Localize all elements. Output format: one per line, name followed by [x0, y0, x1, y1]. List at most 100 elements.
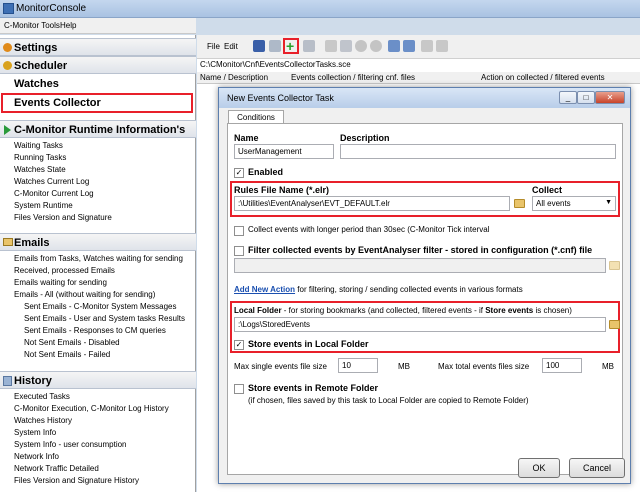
minimize-button[interactable]: _	[559, 91, 577, 104]
undo-icon[interactable]	[388, 40, 400, 52]
settings-label: Settings	[14, 42, 58, 54]
max-single-input[interactable]: 10	[338, 358, 378, 373]
store-remote-description: (if chosen, files saved by this task to …	[248, 396, 529, 405]
max-total-input[interactable]: 100	[542, 358, 582, 373]
description-input[interactable]	[340, 144, 616, 159]
runtime-label: C-Monitor Runtime Information's	[14, 124, 186, 136]
menu-help[interactable]: Help	[60, 21, 76, 30]
nav-events-collector[interactable]: Events Collector	[14, 97, 101, 109]
max-total-unit: MB	[602, 362, 614, 371]
nav-executed-tasks[interactable]: Executed Tasks	[14, 392, 70, 401]
enabled-label: Enabled	[248, 167, 284, 177]
store-local-checkbox[interactable]: ✓	[234, 340, 244, 350]
rules-file-label: Rules File Name (*.elr)	[234, 185, 330, 195]
add-icon[interactable]: +	[286, 38, 294, 54]
collect-select-value: All events	[536, 199, 571, 208]
nav-system-info-user[interactable]: System Info - user consumption	[14, 440, 127, 449]
nav-system-runtime[interactable]: System Runtime	[14, 201, 73, 210]
copy-icon[interactable]	[303, 40, 315, 52]
menu-cmonitor-tools[interactable]: C-Monitor Tools	[4, 21, 60, 30]
conditions-panel: Name UserManagement Description ✓ Enable…	[227, 123, 623, 475]
ok-button[interactable]: OK	[518, 458, 560, 478]
add-action-row: Add New Action for filtering, storing / …	[234, 285, 523, 294]
history-icon	[3, 376, 12, 386]
nav-cmonitor-current-log[interactable]: C-Monitor Current Log	[14, 189, 94, 198]
new-events-collector-dialog: New Events Collector Task _ □ ✕ Conditio…	[218, 87, 631, 484]
cancel-button[interactable]: Cancel	[569, 458, 625, 478]
play-icon	[4, 125, 11, 135]
section-runtime[interactable]: C-Monitor Runtime Information's	[0, 120, 196, 138]
nav-watches[interactable]: Watches	[14, 78, 59, 90]
nav-running-tasks[interactable]: Running Tasks	[14, 153, 66, 162]
col-events-collection[interactable]: Events collection / filtering cnf. files	[291, 73, 415, 82]
delete-icon[interactable]	[325, 40, 337, 52]
local-folder-caption: Local Folder - for storing bookmarks (an…	[234, 306, 572, 315]
section-history[interactable]: History	[0, 371, 196, 389]
app-menu-bar: C-Monitor Tools Help	[0, 18, 196, 34]
filter-folder-icon[interactable]	[609, 261, 620, 270]
local-folder-icon[interactable]	[609, 320, 620, 329]
filter-file-input[interactable]	[234, 258, 606, 273]
redo-icon[interactable]	[403, 40, 415, 52]
section-emails[interactable]: Emails	[0, 233, 196, 251]
nav-sent-results[interactable]: Sent Emails - User and System tasks Resu…	[24, 314, 185, 323]
pause-icon[interactable]	[370, 40, 382, 52]
section-settings[interactable]: Settings	[0, 38, 196, 56]
nav-waiting-tasks[interactable]: Waiting Tasks	[14, 141, 63, 150]
save-icon[interactable]	[253, 40, 265, 52]
nav-not-sent-disabled[interactable]: Not Sent Emails - Disabled	[24, 338, 120, 347]
nav-not-sent-failed[interactable]: Not Sent Emails - Failed	[24, 350, 110, 359]
description-label: Description	[340, 133, 390, 143]
file-path: C:\CMonitor\Cnf\EventsCollectorTasks.sce	[200, 60, 351, 69]
check-icon[interactable]	[340, 40, 352, 52]
section-scheduler[interactable]: Scheduler	[0, 56, 196, 74]
nav-watches-current-log[interactable]: Watches Current Log	[14, 177, 89, 186]
nav-sent-responses[interactable]: Sent Emails - Responses to CM queries	[24, 326, 166, 335]
down-icon[interactable]	[436, 40, 448, 52]
local-folder-desc-bold: Store events	[485, 306, 534, 315]
nav-system-info[interactable]: System Info	[14, 428, 56, 437]
store-remote-checkbox[interactable]	[234, 384, 244, 394]
maximize-button[interactable]: □	[577, 91, 595, 104]
local-folder-desc-2: is chosen)	[533, 306, 572, 315]
nav-emails-waiting[interactable]: Emails waiting for sending	[14, 278, 107, 287]
tab-conditions[interactable]: Conditions	[228, 110, 284, 124]
nav-files-version[interactable]: Files Version and Signature	[14, 213, 112, 222]
close-button[interactable]: ✕	[595, 91, 625, 104]
nav-emails-all[interactable]: Emails - All (without waiting for sendin…	[14, 290, 155, 299]
dialog-title-bar: New Events Collector Task _ □ ✕	[219, 88, 630, 108]
history-label: History	[14, 375, 52, 387]
nav-network-info[interactable]: Network Info	[14, 452, 59, 461]
local-folder-input[interactable]: :\Logs\StoredEvents	[234, 317, 606, 332]
col-action[interactable]: Action on collected / filtered events	[481, 73, 605, 82]
dialog-title: New Events Collector Task	[227, 93, 334, 103]
chevron-down-icon: ▼	[605, 199, 612, 206]
nav-received-emails[interactable]: Received, processed Emails	[14, 266, 115, 275]
name-label: Name	[234, 133, 259, 143]
longer-period-checkbox[interactable]	[234, 226, 244, 236]
add-new-action-link[interactable]: Add New Action	[234, 285, 295, 294]
nav-watches-state[interactable]: Watches State	[14, 165, 66, 174]
nav-network-traffic[interactable]: Network Traffic Detailed	[14, 464, 99, 473]
nav-sent-system[interactable]: Sent Emails - C-Monitor System Messages	[24, 302, 177, 311]
rules-folder-icon[interactable]	[514, 199, 525, 208]
nav-files-version-history[interactable]: Files Version and Signature History	[14, 476, 139, 485]
local-folder-desc-1: - for storing bookmarks (and collected, …	[281, 306, 486, 315]
filter-checkbox[interactable]	[234, 246, 244, 256]
stop-icon[interactable]	[355, 40, 367, 52]
nav-emails-from-tasks[interactable]: Emails from Tasks, Watches waiting for s…	[14, 254, 183, 263]
emails-label: Emails	[14, 237, 50, 249]
col-name[interactable]: Name / Description	[200, 73, 268, 82]
edit-icon[interactable]	[269, 40, 281, 52]
enabled-checkbox[interactable]: ✓	[234, 168, 244, 178]
up-icon[interactable]	[421, 40, 433, 52]
nav-watches-history[interactable]: Watches History	[14, 416, 72, 425]
rules-file-input[interactable]: :\Utilities\EventAnalyser\EVT_DEFAULT.el…	[234, 196, 510, 211]
menu-edit[interactable]: Edit	[224, 42, 238, 51]
collect-select[interactable]: All events ▼	[532, 196, 616, 211]
name-input[interactable]: UserManagement	[234, 144, 334, 159]
app-title-bar: MonitorConsole	[0, 0, 640, 18]
clock-icon	[3, 61, 12, 70]
menu-file[interactable]: File	[207, 42, 220, 51]
nav-execution-log-history[interactable]: C-Monitor Execution, C-Monitor Log Histo…	[14, 404, 169, 413]
